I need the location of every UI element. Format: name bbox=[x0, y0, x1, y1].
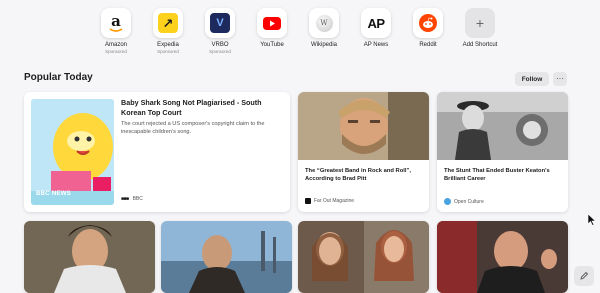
section-title: Popular Today bbox=[24, 72, 93, 83]
article-card[interactable] bbox=[24, 221, 155, 293]
shortcuts-row: a Amazon Sponsored ↗ Expedia Sponsored V… bbox=[90, 8, 506, 54]
article-thumbnail bbox=[298, 221, 429, 293]
shortcut-label: YouTube bbox=[260, 42, 284, 48]
reddit-icon bbox=[413, 8, 443, 38]
article-card[interactable] bbox=[437, 221, 568, 293]
wikipedia-icon: W bbox=[309, 8, 339, 38]
featured-article-card[interactable]: BBC NEWS Baby Shark Song Not Plagiarised… bbox=[24, 92, 290, 212]
shortcut-label: Wikipedia bbox=[310, 42, 337, 48]
article-title: The Stunt That Ended Buster Keaton's Bri… bbox=[444, 168, 550, 183]
article-thumbnail bbox=[437, 92, 568, 160]
article-source: Far Out Magazine bbox=[305, 198, 354, 204]
shortcut-label: Add Shortcut bbox=[462, 42, 498, 48]
expedia-icon: ↗ bbox=[153, 8, 183, 38]
article-card[interactable] bbox=[298, 221, 429, 293]
shortcut-label: Expedia bbox=[157, 42, 179, 48]
bbc-logo-icon: ■■■ bbox=[121, 196, 129, 202]
shortcut-youtube[interactable]: YouTube bbox=[246, 8, 298, 54]
source-name: Open Culture bbox=[454, 198, 484, 205]
sponsored-label: Sponsored bbox=[209, 49, 231, 54]
customize-button[interactable] bbox=[574, 266, 594, 286]
shortcut-label: AP News bbox=[363, 42, 389, 48]
source-name: Far Out Magazine bbox=[314, 198, 355, 204]
article-thumbnail bbox=[24, 221, 155, 293]
shortcut-vrbo[interactable]: V VRBO Sponsored bbox=[194, 8, 246, 54]
shortcut-label: Amazon bbox=[104, 42, 127, 48]
ap-news-icon: AP bbox=[361, 8, 391, 38]
source-name: BBC bbox=[132, 196, 143, 202]
open-culture-logo-icon bbox=[444, 198, 451, 205]
sponsored-label: Sponsored bbox=[157, 49, 179, 54]
shortcut-amazon[interactable]: a Amazon Sponsored bbox=[90, 8, 142, 54]
article-thumbnail bbox=[161, 221, 292, 293]
mouse-cursor-icon bbox=[588, 214, 596, 226]
article-source: ■■■ BBC bbox=[121, 196, 143, 202]
add-shortcut-button[interactable]: + Add Shortcut bbox=[454, 8, 506, 54]
ellipsis-icon: ··· bbox=[556, 74, 564, 83]
bbc-news-watermark: BBC NEWS bbox=[36, 191, 72, 197]
youtube-icon bbox=[257, 8, 287, 38]
article-title: Baby Shark Song Not Plagiarised - South … bbox=[121, 98, 262, 117]
shortcut-label: Reddit bbox=[419, 42, 437, 48]
article-card[interactable]: The “Greatest Band in Rock and Roll”, Ac… bbox=[298, 92, 429, 212]
follow-button[interactable]: Follow bbox=[515, 72, 549, 86]
article-thumbnail bbox=[437, 221, 568, 293]
shortcut-expedia[interactable]: ↗ Expedia Sponsored bbox=[142, 8, 194, 54]
article-thumbnail bbox=[298, 92, 429, 160]
more-options-button[interactable]: ··· bbox=[553, 72, 567, 86]
amazon-icon: a bbox=[101, 8, 131, 38]
pencil-icon bbox=[580, 271, 589, 280]
sponsored-label: Sponsored bbox=[105, 49, 127, 54]
article-card[interactable]: The Stunt That Ended Buster Keaton's Bri… bbox=[437, 92, 568, 212]
article-card[interactable] bbox=[161, 221, 292, 293]
shortcut-ap-news[interactable]: AP AP News bbox=[350, 8, 402, 54]
article-description: The court rejected a US composer's copyr… bbox=[121, 121, 265, 135]
shortcut-reddit[interactable]: Reddit bbox=[402, 8, 454, 54]
article-thumbnail: BBC NEWS bbox=[31, 99, 114, 205]
shortcut-wikipedia[interactable]: W Wikipedia bbox=[298, 8, 350, 54]
shortcut-label: VRBO bbox=[211, 42, 229, 48]
vrbo-icon: V bbox=[205, 8, 235, 38]
plus-icon: + bbox=[465, 8, 495, 38]
far-out-logo-icon bbox=[305, 198, 311, 204]
article-title: The “Greatest Band in Rock and Roll”, Ac… bbox=[305, 168, 411, 183]
article-source: Open Culture bbox=[444, 198, 484, 205]
